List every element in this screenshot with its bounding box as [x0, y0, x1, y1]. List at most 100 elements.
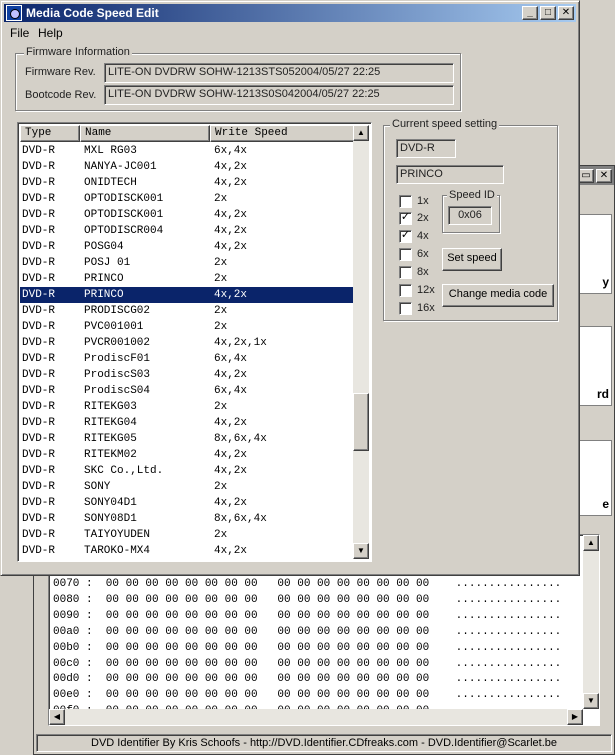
firmware-rev-label: Firmware Rev.	[25, 66, 96, 78]
scroll-up-icon[interactable]: ▲	[583, 535, 599, 551]
cell-name: TAIYOYUDEN	[84, 529, 151, 541]
list-row[interactable]: DVD-R ProdiscF01 6x,4x	[20, 351, 353, 367]
list-row[interactable]: DVD-R SKC Co.,Ltd. 4x,2x	[20, 463, 353, 479]
cell-type: DVD-R	[22, 209, 56, 221]
cell-name: RITEKG05	[84, 433, 137, 445]
menu-help[interactable]: Help	[38, 26, 63, 40]
scroll-up-icon[interactable]: ▲	[353, 125, 369, 141]
list-row[interactable]: DVD-R SONY08D1 8x,6x,4x	[20, 511, 353, 527]
close-button[interactable]: ✕	[558, 6, 574, 20]
cell-name: POSG04	[84, 241, 124, 253]
cell-write-speed: 4x,2x	[214, 417, 248, 429]
list-row[interactable]: DVD-R RITEKG04 4x,2x	[20, 415, 353, 431]
cell-write-speed: 2x	[214, 401, 228, 413]
cell-type: DVD-R	[22, 305, 56, 317]
list-row[interactable]: DVD-R RITEKM02 4x,2x	[20, 447, 353, 463]
list-row[interactable]: DVD-R POSJ 01 2x	[20, 255, 353, 271]
column-header-write-speed[interactable]: Write Speed	[210, 125, 355, 142]
cell-name: ONIDTECH	[84, 177, 137, 189]
cell-write-speed: 4x,2x,1x	[214, 337, 267, 349]
list-row[interactable]: DVD-R RITEKG03 2x	[20, 399, 353, 415]
list-row[interactable]: DVD-R ProdiscS03 4x,2x	[20, 367, 353, 383]
list-row[interactable]: DVD-R TAIYOYUDEN 2x	[20, 527, 353, 543]
cell-type: DVD-R	[22, 545, 56, 557]
checkbox-2x-checked-icon[interactable]: ✓	[399, 212, 412, 225]
checkbox-8x[interactable]	[399, 266, 412, 279]
maximize-button[interactable]: □	[540, 6, 556, 20]
set-speed-button[interactable]: Set speed	[442, 248, 502, 271]
speed-option-label: 8x	[417, 266, 429, 278]
cell-type: DVD-R	[22, 513, 56, 525]
column-header-name[interactable]: Name	[80, 125, 210, 142]
column-header-type[interactable]: Type	[20, 125, 80, 142]
cell-write-speed: 4x,2x	[214, 497, 248, 509]
checkbox-1x[interactable]	[399, 195, 412, 208]
media-code-list[interactable]: Type Name Write Speed DVD-R MXL RG03 6x,4x…	[17, 122, 372, 562]
cell-write-speed: 4x,2x	[214, 369, 248, 381]
list-row[interactable]: DVD-R ProdiscS04 6x,4x	[20, 383, 353, 399]
change-media-code-button[interactable]: Change media code	[442, 284, 554, 307]
window-title: Media Code Speed Edit	[26, 6, 159, 20]
list-vertical-scrollbar[interactable]: ▲ ▼	[353, 125, 369, 559]
list-row[interactable]: DVD-R ONIDTECH 4x,2x	[20, 175, 353, 191]
list-row[interactable]: DVD-R TAROKO-MX4 4x,2x	[20, 543, 353, 559]
bg-close-button[interactable]: ✕	[596, 169, 612, 183]
scroll-down-icon[interactable]: ▼	[583, 693, 599, 709]
speed-id-field: 0x06	[448, 206, 492, 225]
checkbox-16x[interactable]	[399, 302, 412, 315]
speed-option-label: 12x	[417, 284, 435, 296]
hex-horizontal-scrollbar[interactable]: ◀ ▶	[49, 709, 583, 725]
cell-type: DVD-R	[22, 273, 56, 285]
list-row[interactable]: DVD-R NANYA-JC001 4x,2x	[20, 159, 353, 175]
list-row[interactable]: DVD-R SONY04D1 4x,2x	[20, 495, 353, 511]
minimize-button[interactable]: _	[522, 6, 538, 20]
tile-label: rd	[597, 387, 609, 401]
list-row[interactable]: DVD-R PVCR001002 4x,2x,1x	[20, 335, 353, 351]
scroll-left-icon[interactable]: ◀	[49, 709, 65, 725]
cell-write-speed: 4x,2x	[214, 545, 248, 557]
cell-write-speed: 2x	[214, 529, 228, 541]
cell-name: ProdiscS04	[84, 385, 151, 397]
list-row[interactable]: DVD-R RITEKG05 8x,6x,4x	[20, 431, 353, 447]
list-row[interactable]: DVD-R SONY 2x	[20, 479, 353, 495]
firmware-info-group: Firmware Information Firmware Rev. LITE-…	[15, 46, 461, 111]
cell-write-speed: 4x,2x	[214, 289, 248, 301]
list-row[interactable]: DVD-R OPTODISCR004 4x,2x	[20, 223, 353, 239]
list-row[interactable]: DVD-R PRINCO 2x	[20, 271, 353, 287]
checkbox-4x-checked-icon[interactable]: ✓	[399, 230, 412, 243]
tile-label: e	[602, 497, 609, 511]
hex-vertical-scrollbar[interactable]: ▲ ▼	[583, 535, 599, 709]
cell-write-speed: 2x	[214, 321, 228, 333]
list-row[interactable]: DVD-R PRODISCG02 2x	[20, 303, 353, 319]
cell-type: DVD-R	[22, 417, 56, 429]
list-row[interactable]: DVD-R POSG04 4x,2x	[20, 239, 353, 255]
list-row[interactable]: DVD-R OPTODISCK001 2x	[20, 191, 353, 207]
cell-type: DVD-R	[22, 257, 56, 269]
cell-name: ProdiscF01	[84, 353, 151, 365]
speed-option-label: 1x	[417, 195, 429, 207]
media-name-field: PRINCO	[396, 165, 504, 184]
cell-name: ProdiscS03	[84, 369, 151, 381]
list-row[interactable]: DVD-R OPTODISCK001 4x,2x	[20, 207, 353, 223]
selected-list-row[interactable]: DVD-R PRINCO 4x,2x	[20, 287, 353, 303]
cell-type: DVD-R	[22, 289, 56, 301]
bootcode-rev-field: LITE-ON DVDRW SOHW-1213S0S042004/05/27 2…	[104, 85, 454, 105]
cell-type: DVD-R	[22, 401, 56, 413]
cell-name: RITEKG04	[84, 417, 137, 429]
cell-name: RITEKM02	[84, 449, 137, 461]
cell-name: PRINCO	[84, 273, 124, 285]
cell-type: DVD-R	[22, 529, 56, 541]
checkbox-12x[interactable]	[399, 284, 412, 297]
list-row[interactable]: DVD-R PVC001001 2x	[20, 319, 353, 335]
menu-file[interactable]: File	[10, 26, 29, 40]
checkbox-6x[interactable]	[399, 248, 412, 261]
hex-line: 00b0 : 00 00 00 00 00 00 00 00 00 00 00 …	[53, 641, 562, 654]
bg-restore-button[interactable]: ▭	[578, 169, 594, 183]
cell-type: DVD-R	[22, 465, 56, 477]
list-row[interactable]: DVD-R MXL RG03 6x,4x	[20, 143, 353, 159]
scroll-down-icon[interactable]: ▼	[353, 543, 369, 559]
title-bar: Media Code Speed Edit _ □ ✕	[4, 4, 576, 22]
scroll-right-icon[interactable]: ▶	[567, 709, 583, 725]
list-scroll-thumb[interactable]	[353, 393, 369, 451]
cell-write-speed: 2x	[214, 305, 228, 317]
